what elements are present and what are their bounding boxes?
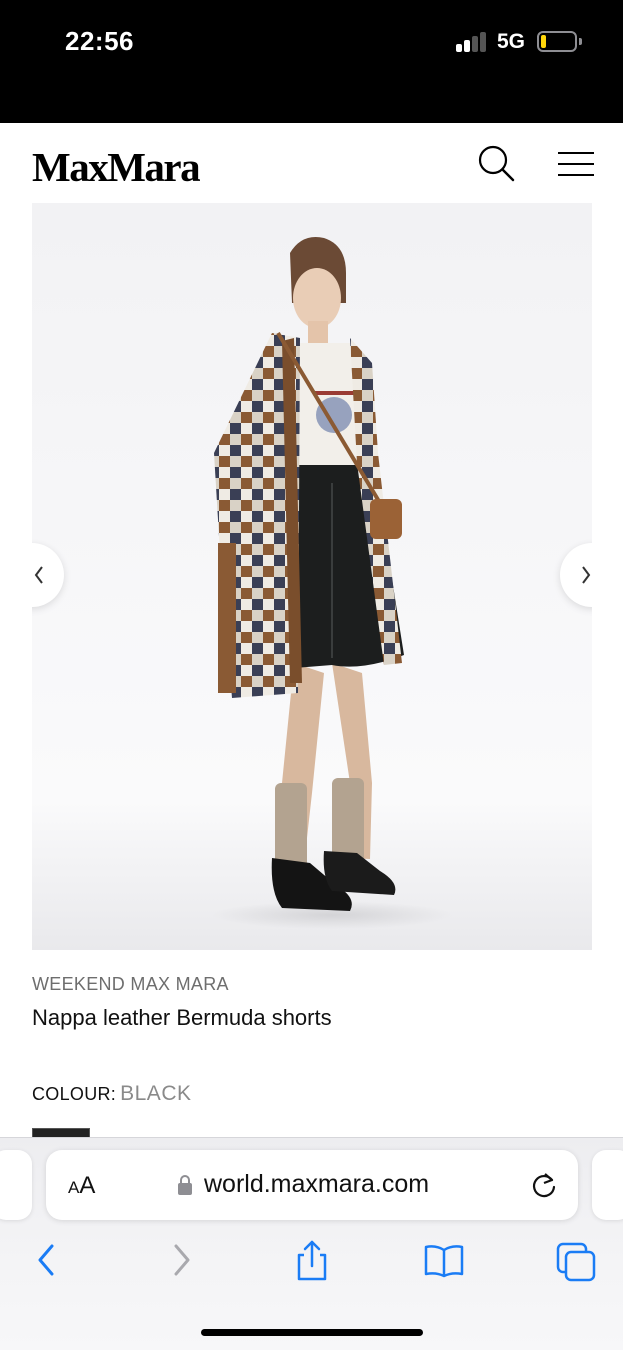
share-icon — [297, 1240, 327, 1281]
address-bar[interactable]: AA world.maxmara.com — [46, 1150, 578, 1220]
status-time: 22:56 — [65, 26, 134, 56]
colour-row: COLOUR: BLACK — [32, 1082, 192, 1106]
battery-icon — [537, 31, 577, 52]
previous-tab-preview[interactable] — [0, 1150, 32, 1220]
browser-toolbar — [0, 1238, 623, 1288]
tabs-button[interactable] — [554, 1238, 598, 1282]
search-icon[interactable] — [476, 143, 516, 183]
reader-aa-button[interactable]: AA — [68, 1172, 95, 1200]
next-tab-preview[interactable] — [592, 1150, 623, 1220]
cellular-signal-icon — [456, 32, 488, 52]
maxmara-logo[interactable]: MaxMara — [32, 143, 201, 191]
browser-bottom-bar: AA world.maxmara.com — [0, 1137, 623, 1350]
chevron-left-icon — [34, 566, 43, 584]
url-text[interactable]: world.maxmara.com — [204, 1170, 429, 1199]
chevron-left-icon — [38, 1244, 54, 1276]
chevron-right-icon — [174, 1244, 190, 1276]
network-type: 5G — [497, 30, 526, 53]
forward-button[interactable] — [160, 1238, 204, 1282]
share-button[interactable] — [290, 1238, 334, 1282]
site-header: MaxMara — [0, 123, 623, 203]
product-name: Nappa leather Bermuda shorts — [32, 1005, 332, 1030]
home-indicator — [201, 1329, 423, 1336]
back-button[interactable] — [24, 1238, 68, 1282]
status-bar: 22:56 5G — [0, 0, 623, 123]
tabs-icon — [556, 1242, 596, 1282]
colour-value: BLACK — [120, 1082, 192, 1105]
model-photo — [212, 237, 452, 929]
product-brand: WEEKEND MAX MARA — [32, 974, 229, 994]
book-icon — [424, 1245, 464, 1278]
colour-label: COLOUR: — [32, 1084, 117, 1104]
bookmarks-button[interactable] — [422, 1238, 466, 1282]
battery-cap — [579, 38, 582, 45]
chevron-right-icon — [582, 566, 591, 584]
hamburger-menu-icon[interactable] — [556, 150, 596, 178]
product-image[interactable] — [32, 203, 592, 950]
lock-icon — [177, 1174, 193, 1196]
reload-icon[interactable] — [530, 1171, 558, 1199]
